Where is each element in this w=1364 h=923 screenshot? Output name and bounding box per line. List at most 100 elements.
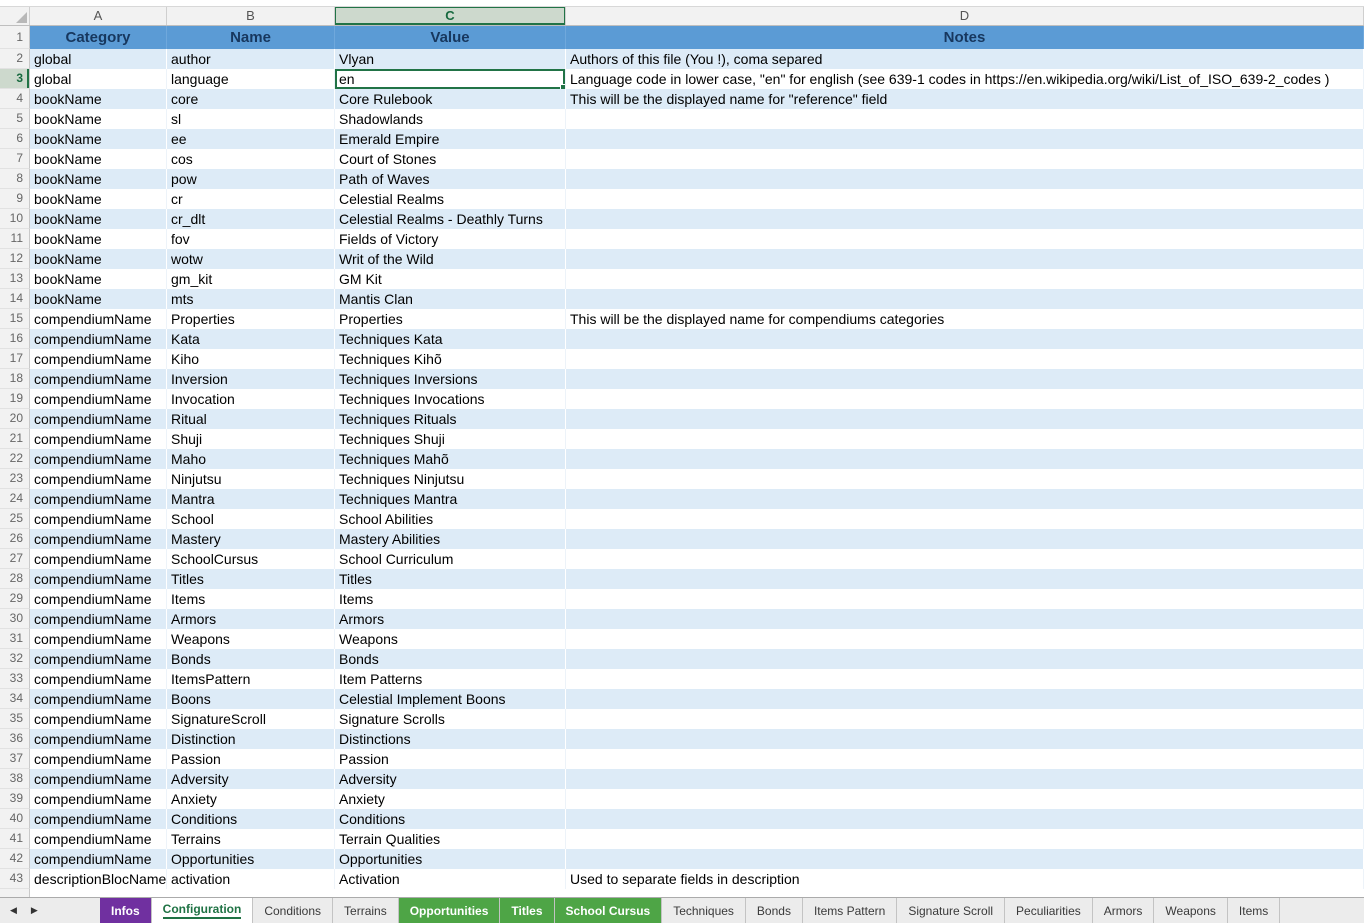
cell-B5[interactable]: sl	[167, 109, 335, 129]
cell-A43[interactable]: descriptionBlocName	[30, 869, 167, 889]
cell-D32[interactable]	[566, 649, 1364, 669]
cell-C4[interactable]: Core Rulebook	[335, 89, 566, 109]
cell-C40[interactable]: Conditions	[335, 809, 566, 829]
cell-B1[interactable]: Name	[167, 26, 335, 49]
cell-C37[interactable]: Passion	[335, 749, 566, 769]
cell-D9[interactable]	[566, 189, 1364, 209]
cell-D41[interactable]	[566, 829, 1364, 849]
row-header-33[interactable]: 33	[0, 669, 30, 689]
cell-A41[interactable]: compendiumName	[30, 829, 167, 849]
row-header-14[interactable]: 14	[0, 289, 30, 309]
row-header-16[interactable]: 16	[0, 329, 30, 349]
cell-D8[interactable]	[566, 169, 1364, 189]
cell-B17[interactable]: Kiho	[167, 349, 335, 369]
sheet-tab-titles[interactable]: Titles	[500, 898, 554, 923]
cell-B9[interactable]: cr	[167, 189, 335, 209]
cell-B7[interactable]: cos	[167, 149, 335, 169]
empty-grid-area[interactable]	[30, 889, 1364, 897]
cell-B39[interactable]: Anxiety	[167, 789, 335, 809]
sheet-tab-opportunities[interactable]: Opportunities	[399, 898, 501, 923]
cell-C15[interactable]: Properties	[335, 309, 566, 329]
cell-D18[interactable]	[566, 369, 1364, 389]
cell-B31[interactable]: Weapons	[167, 629, 335, 649]
row-header-21[interactable]: 21	[0, 429, 30, 449]
cell-D35[interactable]	[566, 709, 1364, 729]
row-header-38[interactable]: 38	[0, 769, 30, 789]
cell-D5[interactable]	[566, 109, 1364, 129]
cell-D43[interactable]: Used to separate fields in description	[566, 869, 1364, 889]
cell-D37[interactable]	[566, 749, 1364, 769]
cell-D27[interactable]	[566, 549, 1364, 569]
cell-B29[interactable]: Items	[167, 589, 335, 609]
cell-B43[interactable]: activation	[167, 869, 335, 889]
cell-D28[interactable]	[566, 569, 1364, 589]
cell-A8[interactable]: bookName	[30, 169, 167, 189]
cell-C8[interactable]: Path of Waves	[335, 169, 566, 189]
cell-A40[interactable]: compendiumName	[30, 809, 167, 829]
cell-B13[interactable]: gm_kit	[167, 269, 335, 289]
cell-A22[interactable]: compendiumName	[30, 449, 167, 469]
cell-D42[interactable]	[566, 849, 1364, 869]
cell-D23[interactable]	[566, 469, 1364, 489]
sheet-tab-terrains[interactable]: Terrains	[333, 898, 399, 923]
cell-D21[interactable]	[566, 429, 1364, 449]
cell-D15[interactable]: This will be the displayed name for comp…	[566, 309, 1364, 329]
cell-D7[interactable]	[566, 149, 1364, 169]
cell-C6[interactable]: Emerald Empire	[335, 129, 566, 149]
row-header-20[interactable]: 20	[0, 409, 30, 429]
cell-A25[interactable]: compendiumName	[30, 509, 167, 529]
cell-C26[interactable]: Mastery Abilities	[335, 529, 566, 549]
column-header-D[interactable]: D	[566, 7, 1364, 25]
row-header-23[interactable]: 23	[0, 469, 30, 489]
cell-C2[interactable]: Vlyan	[335, 49, 566, 69]
cell-A9[interactable]: bookName	[30, 189, 167, 209]
cell-C33[interactable]: Item Patterns	[335, 669, 566, 689]
cell-A23[interactable]: compendiumName	[30, 469, 167, 489]
cell-A26[interactable]: compendiumName	[30, 529, 167, 549]
cell-B3[interactable]: language	[167, 69, 335, 89]
cell-C7[interactable]: Court of Stones	[335, 149, 566, 169]
cell-B30[interactable]: Armors	[167, 609, 335, 629]
row-header-12[interactable]: 12	[0, 249, 30, 269]
cell-A5[interactable]: bookName	[30, 109, 167, 129]
sheet-tab-armors[interactable]: Armors	[1093, 898, 1155, 923]
row-header-8[interactable]: 8	[0, 169, 30, 189]
cell-B14[interactable]: mts	[167, 289, 335, 309]
column-header-A[interactable]: A	[30, 7, 167, 25]
sheet-tab-configuration[interactable]: Configuration	[152, 898, 254, 923]
cell-C35[interactable]: Signature Scrolls	[335, 709, 566, 729]
cell-A34[interactable]: compendiumName	[30, 689, 167, 709]
cell-C14[interactable]: Mantis Clan	[335, 289, 566, 309]
row-header-2[interactable]: 2	[0, 49, 30, 69]
cell-B16[interactable]: Kata	[167, 329, 335, 349]
cell-B21[interactable]: Shuji	[167, 429, 335, 449]
cell-D22[interactable]	[566, 449, 1364, 469]
cell-A31[interactable]: compendiumName	[30, 629, 167, 649]
cell-B2[interactable]: author	[167, 49, 335, 69]
cell-C20[interactable]: Techniques Rituals	[335, 409, 566, 429]
row-header-10[interactable]: 10	[0, 209, 30, 229]
cell-A2[interactable]: global	[30, 49, 167, 69]
row-header-39[interactable]: 39	[0, 789, 30, 809]
cell-A3[interactable]: global	[30, 69, 167, 89]
cell-A24[interactable]: compendiumName	[30, 489, 167, 509]
sheet-tab-school-cursus[interactable]: School Cursus	[555, 898, 663, 923]
cell-B15[interactable]: Properties	[167, 309, 335, 329]
row-header-32[interactable]: 32	[0, 649, 30, 669]
row-header-13[interactable]: 13	[0, 269, 30, 289]
cell-C39[interactable]: Anxiety	[335, 789, 566, 809]
row-header-43[interactable]: 43	[0, 869, 30, 889]
cell-D10[interactable]	[566, 209, 1364, 229]
cell-C18[interactable]: Techniques Inversions	[335, 369, 566, 389]
cell-C22[interactable]: Techniques Mahõ	[335, 449, 566, 469]
row-header-4[interactable]: 4	[0, 89, 30, 109]
cell-C27[interactable]: School Curriculum	[335, 549, 566, 569]
cell-B32[interactable]: Bonds	[167, 649, 335, 669]
cell-D40[interactable]	[566, 809, 1364, 829]
sheet-tab-peculiarities[interactable]: Peculiarities	[1005, 898, 1093, 923]
cell-B18[interactable]: Inversion	[167, 369, 335, 389]
cell-B38[interactable]: Adversity	[167, 769, 335, 789]
cell-D29[interactable]	[566, 589, 1364, 609]
row-header-35[interactable]: 35	[0, 709, 30, 729]
cell-B24[interactable]: Mantra	[167, 489, 335, 509]
